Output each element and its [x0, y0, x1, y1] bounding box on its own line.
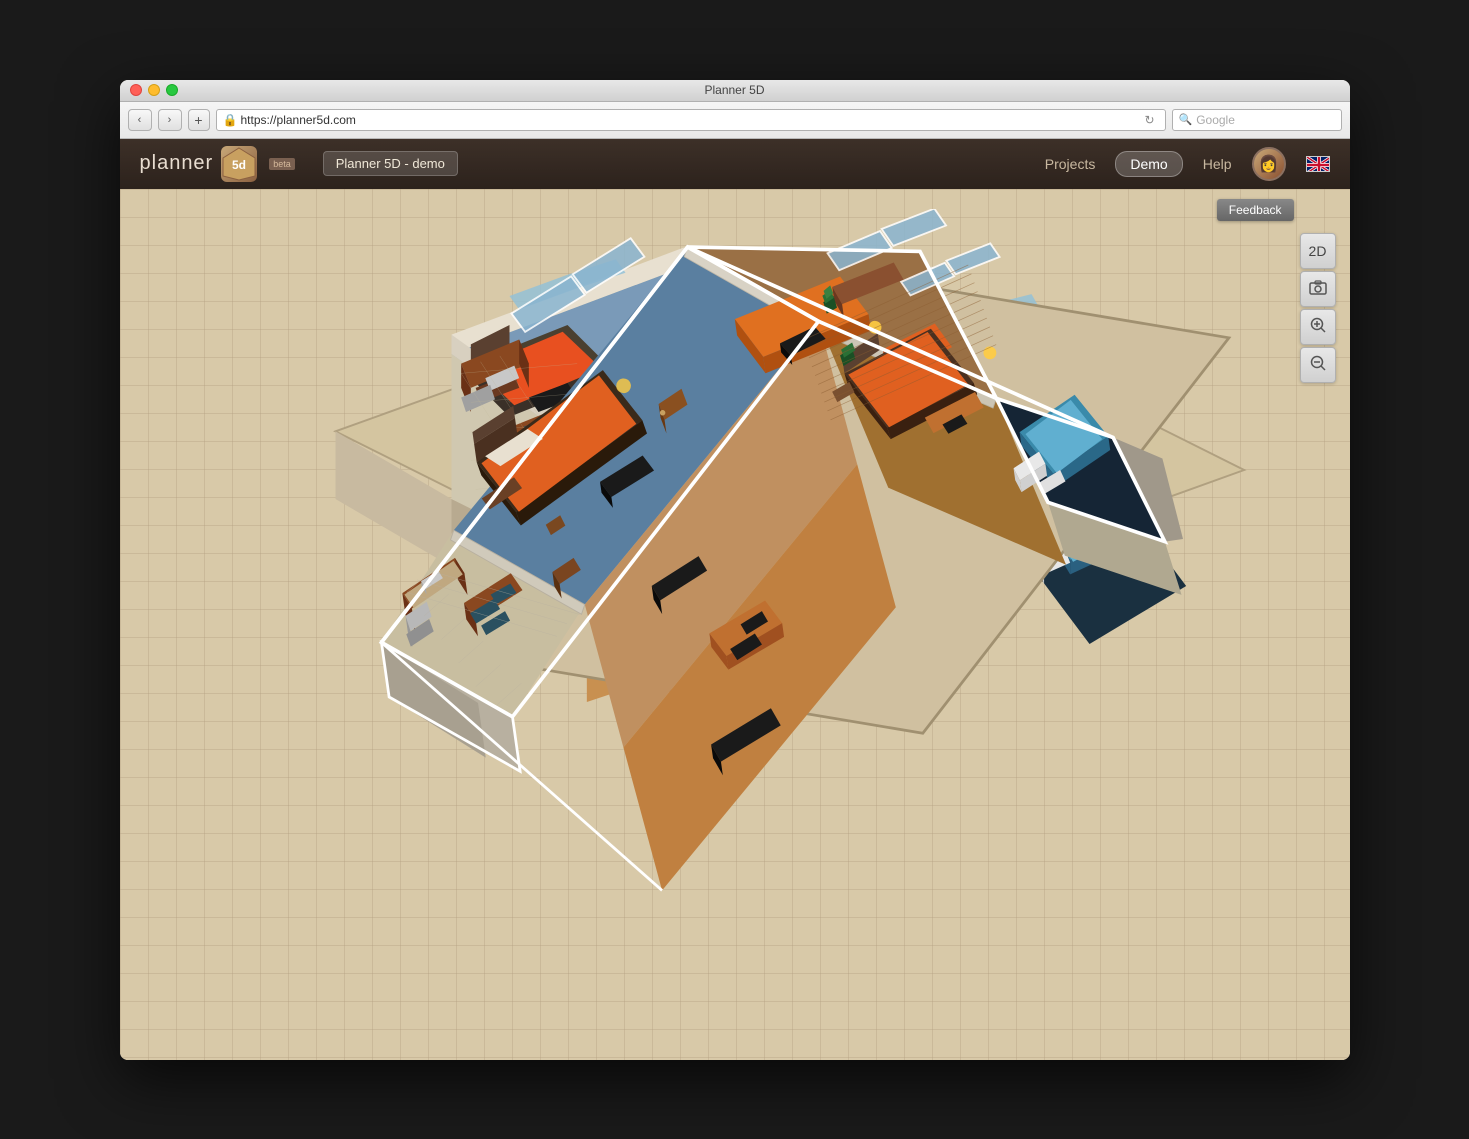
nav-help[interactable]: Help	[1203, 156, 1232, 172]
search-icon: 🔍	[1179, 113, 1193, 126]
address-bar[interactable]: 🔒 https://planner5d.com ↻	[216, 109, 1166, 131]
screenshot-button[interactable]	[1300, 271, 1336, 307]
nav-projects[interactable]: Projects	[1045, 156, 1096, 172]
app-header: planner 5d beta Planner 5D - demo Projec…	[120, 139, 1350, 189]
logo-text: planner	[140, 152, 214, 175]
camera-icon	[1309, 279, 1327, 298]
header-nav: Projects Demo Help 👩	[1045, 147, 1330, 181]
zoom-out-button[interactable]	[1300, 347, 1336, 383]
reload-button[interactable]: ↻	[1145, 113, 1159, 127]
beta-label: beta	[269, 158, 295, 170]
url-text: https://planner5d.com	[241, 113, 1141, 127]
back-button[interactable]: ‹	[128, 109, 152, 131]
nav-demo[interactable]: Demo	[1115, 151, 1182, 177]
browser-chrome: ‹ › + 🔒 https://planner5d.com ↻ 🔍 Google	[120, 102, 1350, 139]
right-toolbar: 2D	[1300, 233, 1336, 383]
nav-bar: ‹ › + 🔒 https://planner5d.com ↻ 🔍 Google	[120, 102, 1350, 138]
add-tab-button[interactable]: +	[188, 109, 210, 131]
title-bar-buttons	[130, 84, 178, 96]
title-bar: Planner 5D	[120, 80, 1350, 102]
logo-area: planner 5d beta Planner 5D - demo	[140, 146, 458, 182]
zoom-in-button[interactable]	[1300, 309, 1336, 345]
svg-text:5d: 5d	[232, 158, 246, 172]
floorplan-scene[interactable]	[130, 209, 1295, 1050]
avatar[interactable]: 👩	[1252, 147, 1286, 181]
mac-window: Planner 5D ‹ › + 🔒 https://planner5d.com…	[120, 80, 1350, 1060]
2d-view-button[interactable]: 2D	[1300, 233, 1336, 269]
lock-icon: 🔒	[223, 113, 237, 127]
maximize-button[interactable]	[166, 84, 178, 96]
search-placeholder: Google	[1196, 113, 1235, 127]
flag-icon[interactable]	[1306, 156, 1330, 172]
close-button[interactable]	[130, 84, 142, 96]
main-content: Feedback 2D	[120, 189, 1350, 1060]
project-name[interactable]: Planner 5D - demo	[323, 151, 458, 176]
forward-button[interactable]: ›	[158, 109, 182, 131]
minimize-button[interactable]	[148, 84, 160, 96]
zoom-out-icon	[1309, 354, 1327, 375]
2d-label: 2D	[1309, 243, 1327, 259]
search-bar[interactable]: 🔍 Google	[1172, 109, 1342, 131]
zoom-in-icon	[1309, 316, 1327, 337]
logo-icon: 5d	[221, 146, 257, 182]
window-title: Planner 5D	[704, 83, 764, 97]
floorplan-svg	[130, 209, 1295, 1050]
